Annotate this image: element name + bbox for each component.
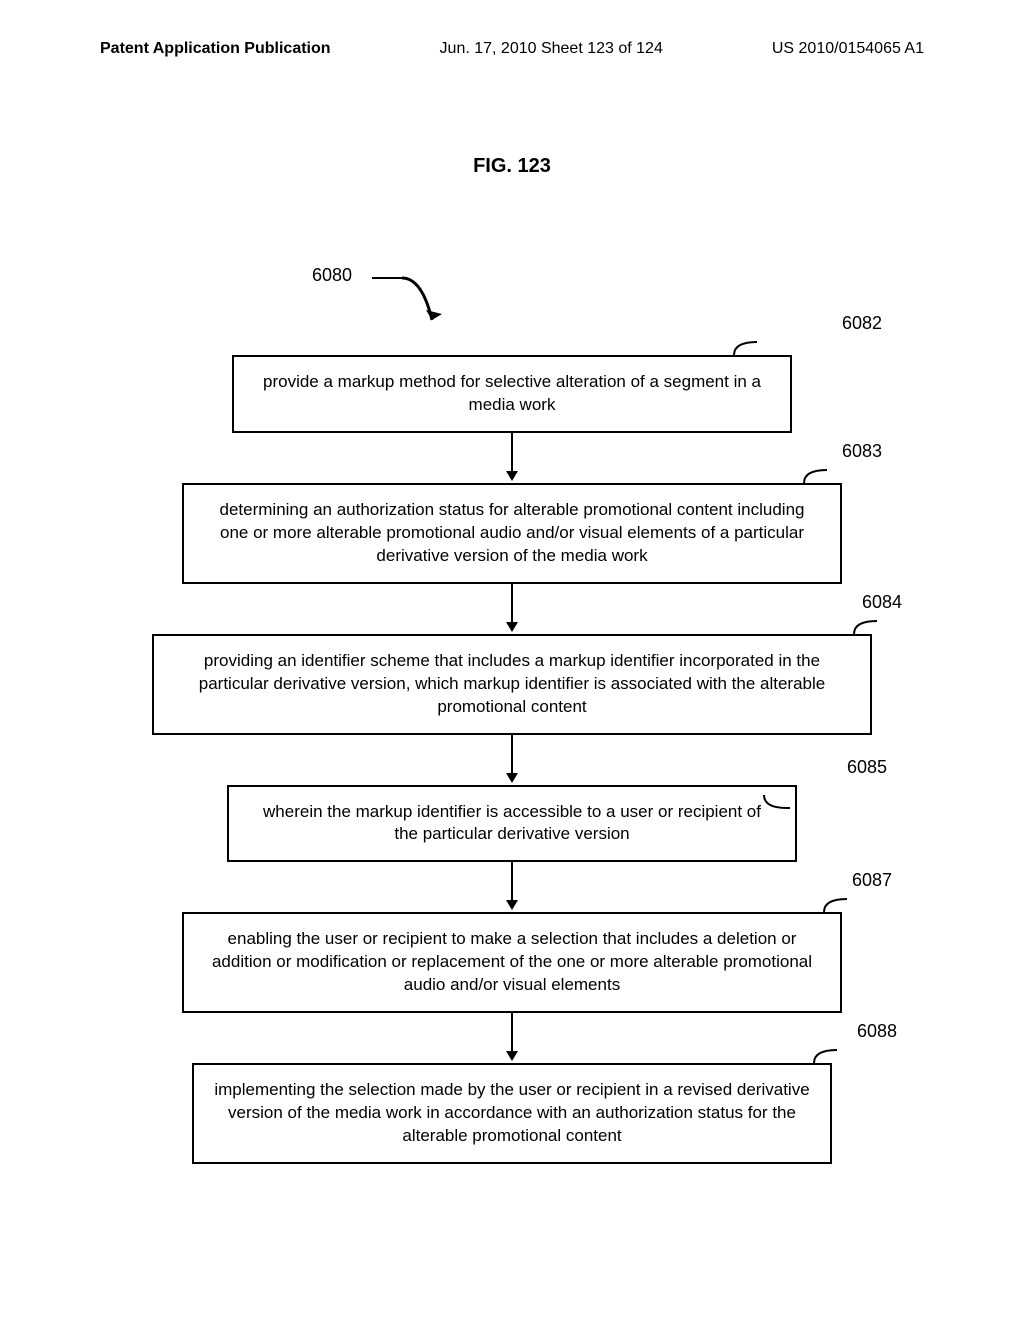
block-6088: implementing the selection made by the u… bbox=[192, 1063, 832, 1164]
block-text-6084: providing an identifier scheme that incl… bbox=[199, 651, 825, 716]
arrow-5 bbox=[152, 1013, 872, 1063]
block-text-6083: determining an authorization status for … bbox=[220, 500, 805, 565]
block-text-6087: enabling the user or recipient to make a… bbox=[212, 929, 812, 994]
ref-label-6080: 6080 bbox=[312, 265, 352, 286]
block-6087: enabling the user or recipient to make a… bbox=[182, 912, 842, 1013]
ref-arrow-6080 bbox=[372, 270, 452, 350]
block-text-6085: wherein the markup identifier is accessi… bbox=[263, 802, 761, 844]
block-container-2: 6083 determining an authorization status… bbox=[152, 483, 872, 584]
arrow-4 bbox=[152, 862, 872, 912]
ref-callout-6087 bbox=[822, 894, 852, 914]
arrow-2 bbox=[152, 584, 872, 634]
block-container-5: 6087 enabling the user or recipient to m… bbox=[152, 912, 872, 1013]
ref-callout-6084 bbox=[852, 616, 882, 636]
block-text-6088: implementing the selection made by the u… bbox=[214, 1080, 809, 1145]
figure-title: FIG. 123 bbox=[0, 155, 1024, 178]
block-container-4: 6085 wherein the markup identifier is ac… bbox=[152, 785, 872, 863]
ref-callout-6085 bbox=[762, 793, 792, 813]
header-center: Jun. 17, 2010 Sheet 123 of 124 bbox=[440, 40, 663, 58]
ref-callout-6082 bbox=[732, 337, 762, 357]
block-container-3: 6084 providing an identifier scheme that… bbox=[152, 634, 872, 735]
block-6083: determining an authorization status for … bbox=[182, 483, 842, 584]
ref-label-6082: 6082 bbox=[842, 313, 882, 334]
block-text-6082: provide a markup method for selective al… bbox=[263, 372, 761, 414]
ref-label-6083: 6083 bbox=[842, 441, 882, 462]
ref-callout-6083 bbox=[802, 465, 832, 485]
ref-label-6084: 6084 bbox=[862, 592, 902, 613]
page-header: Patent Application Publication Jun. 17, … bbox=[0, 40, 1024, 58]
block-container-1: 6082 provide a markup method for selecti… bbox=[152, 355, 872, 433]
flowchart-container: 6080 6082 provide a markup method for se… bbox=[152, 270, 872, 1164]
header-left: Patent Application Publication bbox=[100, 40, 331, 58]
header-right: US 2010/0154065 A1 bbox=[772, 40, 924, 58]
block-6085: wherein the markup identifier is accessi… bbox=[227, 785, 797, 863]
arrow-3 bbox=[152, 735, 872, 785]
ref-label-6085: 6085 bbox=[847, 757, 887, 778]
block-container-6: 6088 implementing the selection made by … bbox=[152, 1063, 872, 1164]
block-6084: providing an identifier scheme that incl… bbox=[152, 634, 872, 735]
ref-callout-6088 bbox=[812, 1045, 842, 1065]
block-6082: provide a markup method for selective al… bbox=[232, 355, 792, 433]
arrow-1 bbox=[152, 433, 872, 483]
ref-label-6088: 6088 bbox=[857, 1021, 897, 1042]
ref-label-6087: 6087 bbox=[852, 870, 892, 891]
